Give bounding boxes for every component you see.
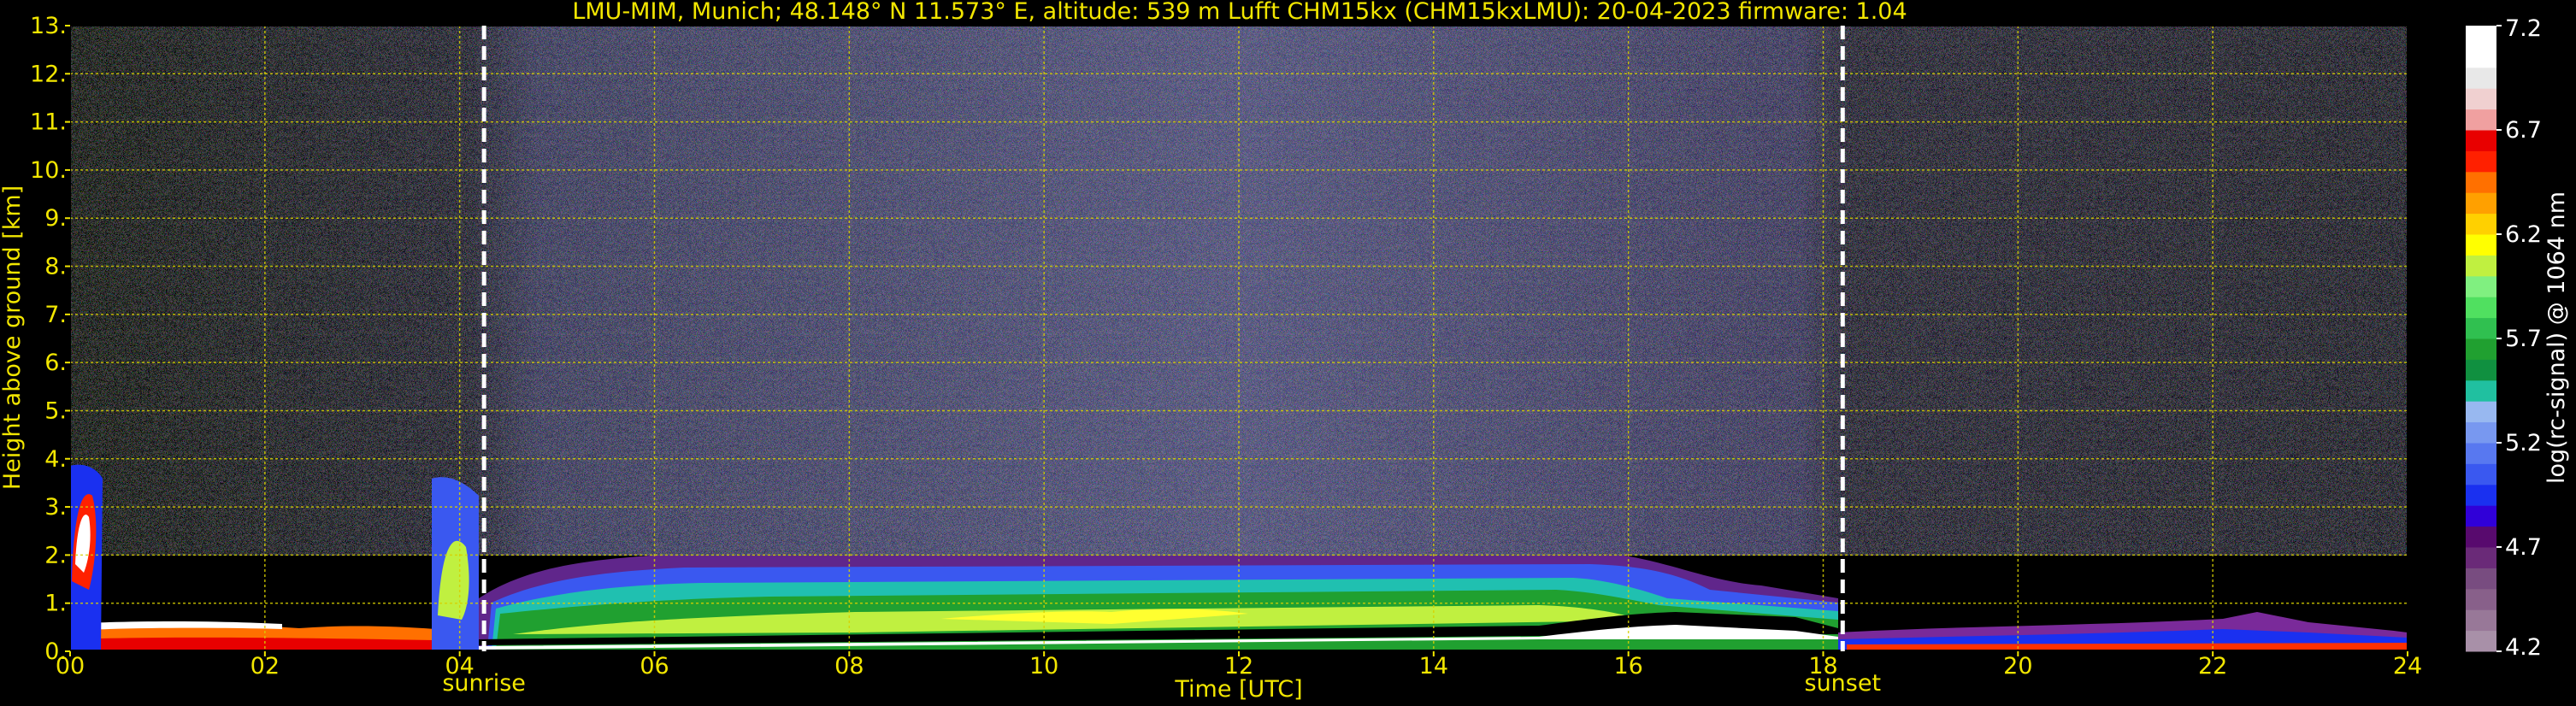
- y-tick-label: 5.: [44, 397, 67, 424]
- x-tick-label: 02: [251, 653, 280, 680]
- colorbar-tick-label: 7.2: [2505, 15, 2542, 42]
- y-tick-label: 11.: [30, 109, 67, 136]
- colorbar-segment: [2466, 630, 2496, 652]
- x-tick-label: 14: [1419, 653, 1448, 680]
- y-tick-label: 1.: [44, 591, 67, 617]
- x-tick-label: 06: [640, 653, 669, 680]
- x-tick-label: 20: [2003, 653, 2032, 680]
- colorbar-segment: [2466, 588, 2496, 610]
- colorbar-segment: [2466, 234, 2496, 256]
- chart-title: LMU-MIM, Munich; 48.148° N 11.573° E, al…: [572, 0, 1907, 25]
- y-tick-label: 12.: [30, 61, 67, 87]
- x-tick-label: 10: [1029, 653, 1058, 680]
- colorbar-segment: [2466, 67, 2496, 89]
- y-tick-label: 3.: [44, 494, 67, 521]
- y-tick-label: 6.: [44, 350, 67, 376]
- colorbar-segment: [2466, 526, 2496, 548]
- colorbar-segment: [2466, 547, 2496, 568]
- colorbar-tick-label: 5.7: [2505, 326, 2542, 352]
- colorbar-tick-label: 6.2: [2505, 221, 2542, 248]
- colorbar-segment: [2466, 338, 2496, 360]
- colorbar-segment: [2466, 505, 2496, 527]
- x-tick-label: 22: [2198, 653, 2227, 680]
- colorbar-segment: [2466, 255, 2496, 277]
- x-tick-label: 24: [2393, 653, 2422, 680]
- colorbar-segment: [2466, 150, 2496, 173]
- colorbar-segment: [2466, 568, 2496, 590]
- colorbar-segment: [2466, 26, 2496, 47]
- y-tick-label: 13.: [30, 13, 67, 39]
- colorbar-segment: [2466, 275, 2496, 297]
- colorbar-tick-label: 5.2: [2505, 430, 2542, 456]
- y-axis-ticks: 0. 1. 2. 3. 4. 5. 6. 7. 8. 9. 10. 11. 12. 13.: [30, 13, 70, 665]
- y-axis-label: Height above ground [km]: [0, 185, 26, 490]
- colorbar-tick-label: 4.7: [2505, 534, 2542, 561]
- colorbar-segment: [2466, 109, 2496, 131]
- colorbar-segment: [2466, 379, 2496, 402]
- colorbar-segment: [2466, 463, 2496, 485]
- y-tick-label: 10.: [30, 157, 67, 184]
- x-tick-label: 18: [1808, 653, 1837, 680]
- colorbar-segment: [2466, 484, 2496, 506]
- colorbar-segment: [2466, 609, 2496, 632]
- colorbar-segment: [2466, 401, 2496, 423]
- colorbar-ticks: 4.2 4.7 5.2 5.7 6.2 6.7 7.2: [2496, 15, 2542, 661]
- colorbar-segment: [2466, 213, 2496, 235]
- y-tick-label: 8.: [44, 254, 67, 280]
- x-tick-label: 08: [834, 653, 864, 680]
- colorbar-tick-label: 4.2: [2505, 634, 2542, 661]
- colorbar-segment: [2466, 317, 2496, 339]
- y-tick-label: 9.: [44, 205, 67, 232]
- colorbar-segment: [2466, 421, 2496, 444]
- colorbar-segment: [2466, 88, 2496, 110]
- colorbar-segment: [2466, 46, 2496, 68]
- colorbar-segment: [2466, 359, 2496, 381]
- colorbar-segment: [2466, 297, 2496, 319]
- y-tick-label: 7.: [44, 302, 67, 328]
- x-tick-label: 16: [1613, 653, 1642, 680]
- colorbar-segment: [2466, 192, 2496, 215]
- x-axis-label: Time [UTC]: [1174, 676, 1302, 703]
- y-tick-label: 4.: [44, 446, 67, 473]
- y-tick-label: 0.: [44, 638, 67, 665]
- colorbar-tick-label: 6.7: [2505, 117, 2542, 144]
- x-tick-label: 04: [445, 653, 474, 680]
- colorbar-segment: [2466, 443, 2496, 464]
- y-tick-label: 2.: [44, 542, 67, 568]
- colorbar-segment: [2466, 171, 2496, 193]
- colorbar-segment: [2466, 130, 2496, 151]
- ceilometer-chart: LMU-MIM, Munich; 48.148° N 11.573° E, al…: [0, 0, 2570, 703]
- colorbar: [2466, 26, 2496, 652]
- colorbar-label: log(rc-signal) @ 1064 nm: [2544, 191, 2570, 484]
